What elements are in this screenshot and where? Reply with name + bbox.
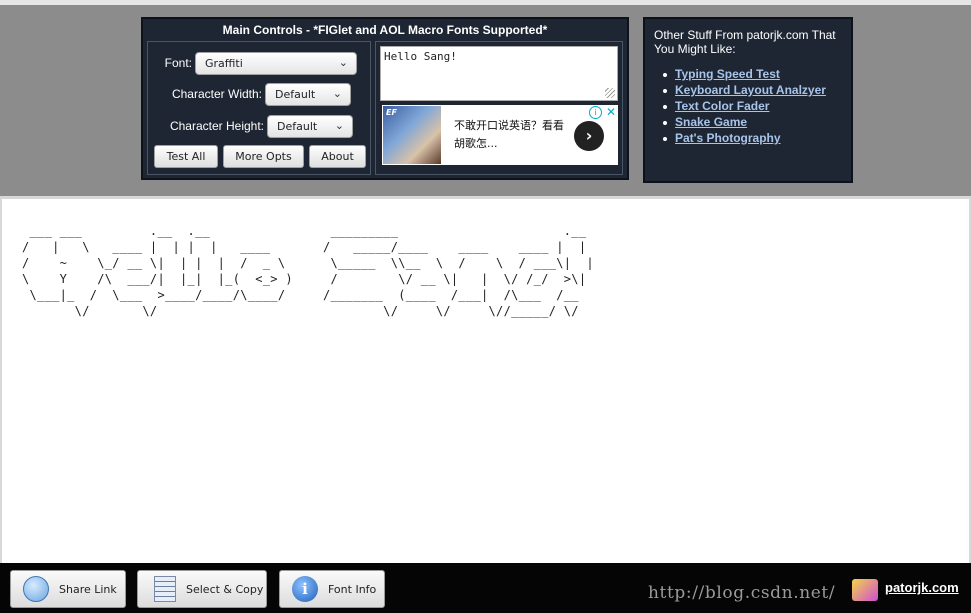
document-icon bbox=[154, 576, 176, 602]
ad-info-icon[interactable]: i bbox=[589, 106, 602, 119]
photography-link[interactable]: Pat's Photography bbox=[675, 131, 781, 145]
chevron-down-icon: ⌄ bbox=[334, 119, 344, 132]
ascii-line: / | \ ____ | | | | ____ / _____/____ ___… bbox=[22, 240, 587, 254]
list-item: Pat's Photography bbox=[659, 131, 826, 147]
ad-banner[interactable]: EF 不敢开口说英语？看看胡歌怎... › i ✕ bbox=[382, 105, 618, 165]
font-select-value: Graffiti bbox=[205, 57, 243, 70]
chevron-down-icon: ⌄ bbox=[332, 87, 342, 100]
font-info-button[interactable]: i Font Info bbox=[279, 570, 385, 608]
chevron-down-icon: ⌄ bbox=[338, 56, 348, 69]
share-link-label: Share Link bbox=[59, 583, 117, 596]
ad-close-icon[interactable]: ✕ bbox=[606, 105, 616, 119]
typing-speed-test-link[interactable]: Typing Speed Test bbox=[675, 67, 780, 81]
input-box: Hello Sang! EF 不敢开口说英语？看看胡歌怎... › i ✕ bbox=[375, 41, 623, 175]
main-controls-panel: Main Controls - *FIGlet and AOL Macro Fo… bbox=[141, 17, 629, 180]
select-copy-button[interactable]: Select & Copy bbox=[137, 570, 267, 608]
list-item: Typing Speed Test bbox=[659, 67, 826, 83]
ascii-line: ___ ___ .__ .__ _________ .__ bbox=[22, 224, 587, 238]
other-stuff-list: Typing Speed Test Keyboard Layout Analzy… bbox=[659, 67, 826, 147]
ad-brand-badge: EF bbox=[386, 108, 397, 117]
list-item: Text Color Fader bbox=[659, 99, 826, 115]
char-height-label: Character Height: bbox=[169, 119, 264, 133]
about-button[interactable]: About bbox=[309, 145, 366, 168]
info-icon: i bbox=[292, 576, 318, 602]
brand-link[interactable]: patorjk.com bbox=[852, 577, 960, 603]
list-item: Keyboard Layout Analzyer bbox=[659, 83, 826, 99]
ad-image[interactable]: EF bbox=[383, 106, 441, 164]
other-stuff-title: Other Stuff From patorjk.com That You Mi… bbox=[654, 28, 836, 56]
ascii-line: \/ \/ \/ \/ \//_____/ \/ bbox=[22, 304, 579, 318]
brand-text: patorjk.com bbox=[885, 580, 959, 595]
speech-bubble-icon bbox=[23, 576, 49, 602]
text-color-fader-link[interactable]: Text Color Fader bbox=[675, 99, 769, 113]
ascii-line: \___|_ / \___ >____/____/\____/ /_______… bbox=[22, 288, 579, 302]
watermark-text: http://blog.csdn.net/ bbox=[648, 583, 836, 603]
patorjk-logo-icon bbox=[852, 579, 878, 601]
font-info-label: Font Info bbox=[328, 583, 377, 596]
snake-game-link[interactable]: Snake Game bbox=[675, 115, 747, 129]
ad-text[interactable]: 不敢开口说英语？看看胡歌怎... bbox=[454, 117, 572, 153]
bottom-toolbar: Share Link Select & Copy i Font Info htt… bbox=[0, 563, 971, 613]
controls-box: Font: Graffiti ⌄ Character Width: Defaul… bbox=[147, 41, 371, 175]
font-select[interactable]: Graffiti ⌄ bbox=[195, 52, 357, 75]
share-link-button[interactable]: Share Link bbox=[10, 570, 126, 608]
text-input[interactable]: Hello Sang! bbox=[380, 46, 618, 101]
more-opts-button[interactable]: More Opts bbox=[223, 145, 304, 168]
test-all-button[interactable]: Test All bbox=[154, 145, 218, 168]
ascii-line: / ~ \_/ __ \| | | | / _ \ \_____ \\__ \ … bbox=[22, 256, 594, 270]
char-height-value: Default bbox=[277, 120, 318, 133]
char-width-label: Character Width: bbox=[171, 87, 262, 101]
char-height-select[interactable]: Default ⌄ bbox=[267, 115, 353, 138]
main-controls-title: Main Controls - *FIGlet and AOL Macro Fo… bbox=[222, 23, 548, 37]
select-copy-label: Select & Copy bbox=[186, 583, 264, 596]
ascii-line: \ Y /\ ___/| |_| |_( <_> ) / \/ __ \| | … bbox=[22, 272, 587, 286]
char-width-select[interactable]: Default ⌄ bbox=[265, 83, 351, 106]
list-item: Snake Game bbox=[659, 115, 826, 131]
output-area[interactable]: ___ ___ .__ .__ _________ .__ / | \ ____… bbox=[0, 196, 971, 563]
font-label: Font: bbox=[164, 56, 192, 70]
resize-grip-icon[interactable] bbox=[605, 88, 615, 98]
chevron-right-icon[interactable]: › bbox=[574, 121, 604, 151]
other-stuff-panel: Other Stuff From patorjk.com That You Mi… bbox=[643, 17, 853, 183]
ascii-art-output[interactable]: ___ ___ .__ .__ _________ .__ / | \ ____… bbox=[22, 223, 594, 319]
char-width-value: Default bbox=[275, 88, 316, 101]
text-input-value: Hello Sang! bbox=[384, 50, 457, 63]
keyboard-layout-link[interactable]: Keyboard Layout Analzyer bbox=[675, 83, 826, 97]
